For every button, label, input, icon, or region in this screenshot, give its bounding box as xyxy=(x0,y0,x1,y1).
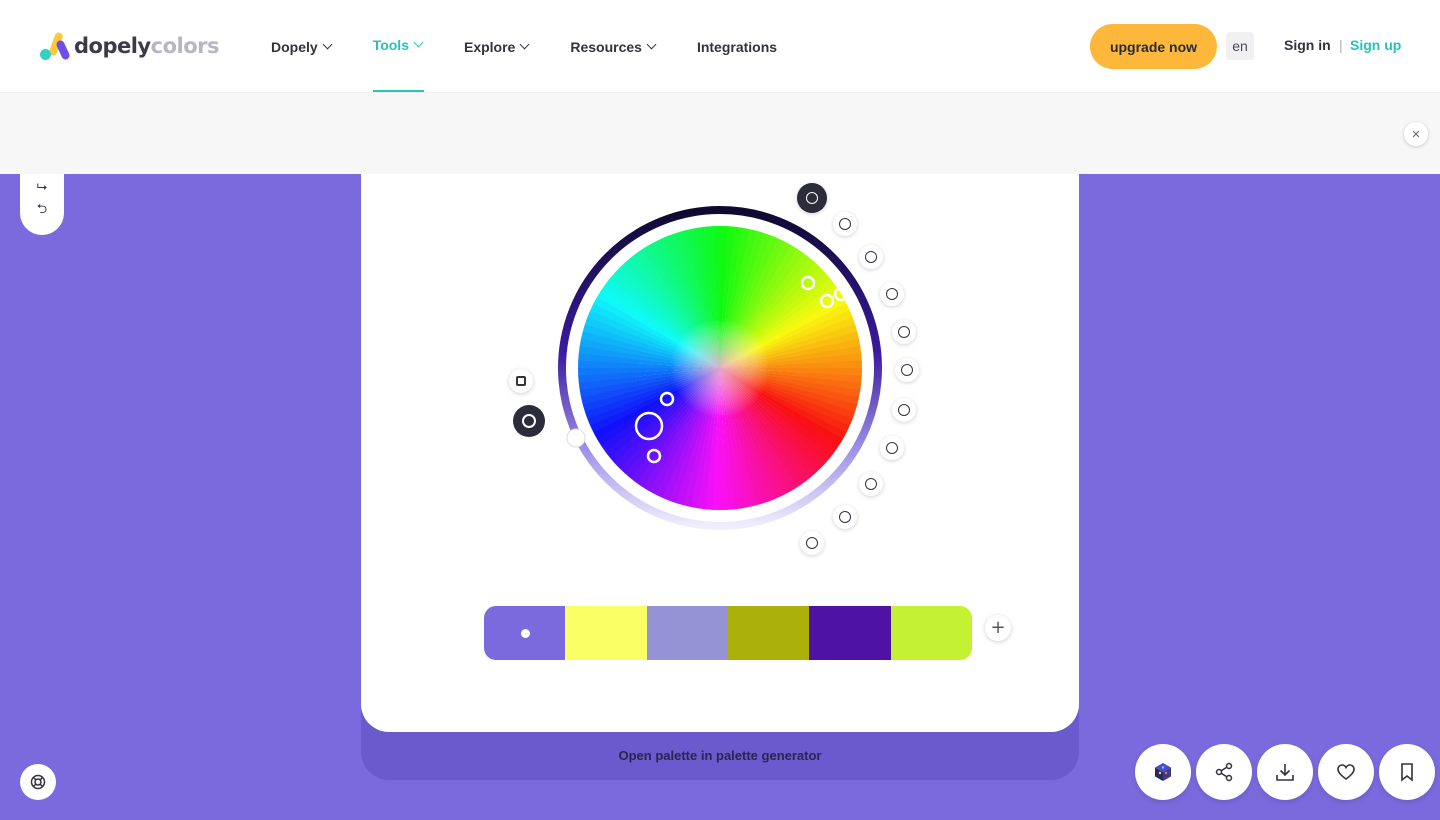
upgrade-button[interactable]: upgrade now xyxy=(1090,24,1217,69)
nav-explore[interactable]: Explore xyxy=(464,0,530,93)
auth-separator: | xyxy=(1339,37,1343,53)
palette-swatch[interactable] xyxy=(484,606,566,660)
harmony-random-button[interactable] xyxy=(797,183,827,213)
complementary-icon xyxy=(865,251,877,263)
monochrome-icon xyxy=(839,218,851,230)
lifebuoy-icon xyxy=(30,774,46,790)
harmony-complementary-button[interactable] xyxy=(859,245,883,269)
logo-icon xyxy=(40,31,71,61)
palette-swatch[interactable] xyxy=(727,606,810,660)
redo-icon[interactable]: ⮡ xyxy=(34,181,50,194)
target-icon xyxy=(522,414,536,428)
harmony-tints-button[interactable] xyxy=(833,505,857,529)
undo-icon[interactable]: ⮌ xyxy=(34,203,50,216)
logo-text-colors: colors xyxy=(150,34,220,58)
language-selector[interactable]: en xyxy=(1226,32,1254,60)
heart-icon xyxy=(1337,764,1355,781)
analogous-icon xyxy=(886,442,898,454)
3d-view-button[interactable] xyxy=(1135,744,1191,800)
share-icon xyxy=(1215,762,1233,782)
triadic-icon xyxy=(898,326,910,338)
logo[interactable]: dopelycolors xyxy=(40,31,220,61)
square-harmony-icon xyxy=(898,404,910,416)
harmony-monochrome-button[interactable] xyxy=(833,212,857,236)
harmony-tetradic-button[interactable] xyxy=(895,358,919,382)
sign-up-link[interactable]: Sign up xyxy=(1350,37,1401,53)
open-palette-generator-link[interactable]: Open palette in palette generator xyxy=(361,748,1079,763)
split-complementary-icon xyxy=(886,288,898,300)
harmony-analogous-button[interactable] xyxy=(880,436,904,460)
harmony-tones-button[interactable] xyxy=(800,531,824,555)
close-icon: ✕ xyxy=(1411,127,1421,141)
tints-icon xyxy=(839,511,851,523)
shades-icon xyxy=(865,478,877,490)
nav-integrations[interactable]: Integrations xyxy=(697,0,777,93)
harmony-triadic-button[interactable] xyxy=(892,320,916,344)
bookmark-icon xyxy=(1401,763,1413,782)
save-button[interactable] xyxy=(1379,744,1435,800)
color-wheel[interactable] xyxy=(490,170,950,570)
tones-icon xyxy=(806,537,818,549)
hue-wheel[interactable] xyxy=(570,218,870,518)
wheel-mode-button[interactable] xyxy=(509,369,533,393)
wheel-target-button[interactable] xyxy=(513,405,545,437)
brightness-handle[interactable] xyxy=(566,428,586,448)
share-button[interactable] xyxy=(1196,744,1252,800)
logo-text-dopely: dopely xyxy=(74,34,151,58)
close-banner-button[interactable]: ✕ xyxy=(1404,122,1428,146)
tetradic-icon xyxy=(901,364,913,376)
palette-swatch[interactable] xyxy=(809,606,891,660)
sign-in-link[interactable]: Sign in xyxy=(1284,37,1331,53)
square-icon xyxy=(516,376,526,386)
palette-swatch[interactable] xyxy=(890,606,972,660)
dots-circle-icon xyxy=(806,192,818,204)
nav-tools[interactable]: Tools xyxy=(372,0,425,92)
chevron-down-icon xyxy=(322,39,333,50)
harmony-shades-button[interactable] xyxy=(859,472,883,496)
harmony-square-button[interactable] xyxy=(892,398,916,422)
chevron-down-icon xyxy=(519,39,530,50)
header: dopelycolors Dopely Tools Explore Resour… xyxy=(0,0,1440,93)
nav-resources[interactable]: Resources xyxy=(570,0,657,93)
palette-swatch[interactable] xyxy=(646,606,728,660)
palette-strip xyxy=(484,606,972,660)
selected-swatch-indicator xyxy=(520,629,530,638)
add-color-button[interactable]: + xyxy=(985,615,1011,641)
chevron-down-icon xyxy=(646,39,657,50)
main-nav: Dopely Tools Explore Resources Integrati… xyxy=(271,0,819,93)
history-controls: ⮡ ⮌ xyxy=(20,174,64,235)
download-icon xyxy=(1276,764,1294,781)
palette-actions xyxy=(1135,744,1440,800)
download-button[interactable] xyxy=(1257,744,1313,800)
nav-dopely[interactable]: Dopely xyxy=(271,0,333,93)
like-button[interactable] xyxy=(1318,744,1374,800)
help-button[interactable] xyxy=(20,764,56,800)
harmony-split-button[interactable] xyxy=(880,282,904,306)
ad-banner xyxy=(0,93,1440,174)
chevron-down-icon xyxy=(413,37,424,48)
plus-icon: + xyxy=(990,617,1006,638)
palette-swatch[interactable] xyxy=(565,606,647,660)
cube-icon xyxy=(1155,763,1171,781)
